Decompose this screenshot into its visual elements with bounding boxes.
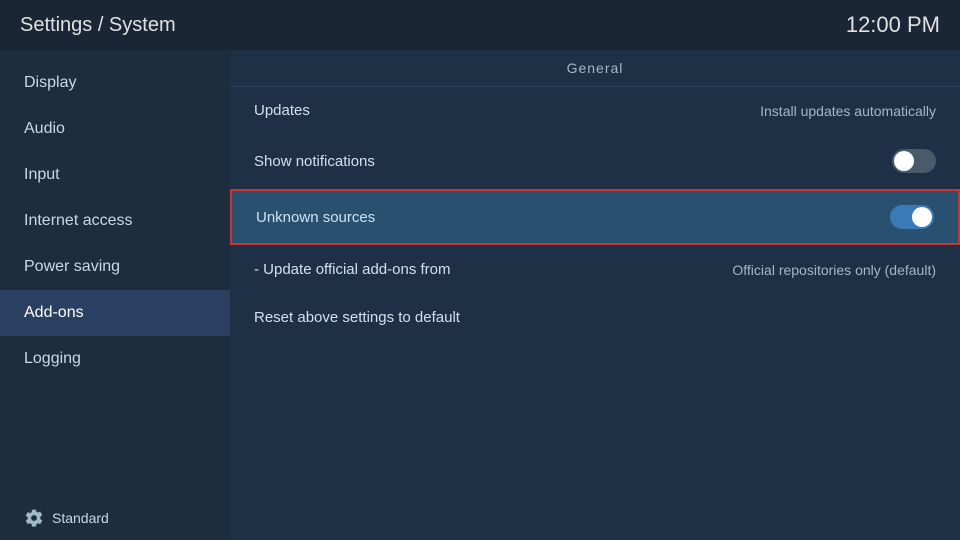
updates-label: Updates [254, 102, 310, 119]
section-header: General [230, 50, 960, 87]
unknown-sources-toggle[interactable] [890, 205, 934, 229]
header: Settings / System 12:00 PM [0, 0, 960, 50]
sidebar-item-audio[interactable]: Audio [0, 106, 230, 152]
show-notifications-toggle[interactable] [892, 149, 936, 173]
sidebar-item-internet-access[interactable]: Internet access [0, 198, 230, 244]
setting-row-updates[interactable]: Updates Install updates automatically [230, 87, 960, 135]
toggle-knob-on [912, 207, 932, 227]
unknown-sources-label: Unknown sources [256, 209, 375, 226]
reset-label: Reset above settings to default [254, 309, 460, 326]
clock: 12:00 PM [846, 12, 940, 38]
setting-row-show-notifications[interactable]: Show notifications [230, 135, 960, 188]
update-addons-label: - Update official add-ons from [254, 261, 451, 278]
setting-row-reset[interactable]: Reset above settings to default [230, 294, 960, 342]
sidebar-bottom: Standard [0, 496, 230, 540]
setting-row-update-addons[interactable]: - Update official add-ons from Official … [230, 246, 960, 294]
show-notifications-label: Show notifications [254, 153, 375, 170]
sidebar-item-logging[interactable]: Logging [0, 336, 230, 382]
gear-icon [24, 508, 44, 528]
sidebar-item-add-ons[interactable]: Add-ons [0, 290, 230, 336]
page-title: Settings / System [20, 14, 176, 37]
sidebar: Display Audio Input Internet access Powe… [0, 50, 230, 540]
sidebar-item-power-saving[interactable]: Power saving [0, 244, 230, 290]
setting-row-unknown-sources[interactable]: Unknown sources [230, 189, 960, 245]
main-layout: Display Audio Input Internet access Powe… [0, 50, 960, 540]
sidebar-item-input[interactable]: Input [0, 152, 230, 198]
content-area: General Updates Install updates automati… [230, 50, 960, 540]
sidebar-item-display[interactable]: Display [0, 60, 230, 106]
update-addons-value: Official repositories only (default) [732, 262, 936, 278]
toggle-knob [894, 151, 914, 171]
updates-value: Install updates automatically [760, 103, 936, 119]
sidebar-bottom-label: Standard [52, 510, 109, 526]
